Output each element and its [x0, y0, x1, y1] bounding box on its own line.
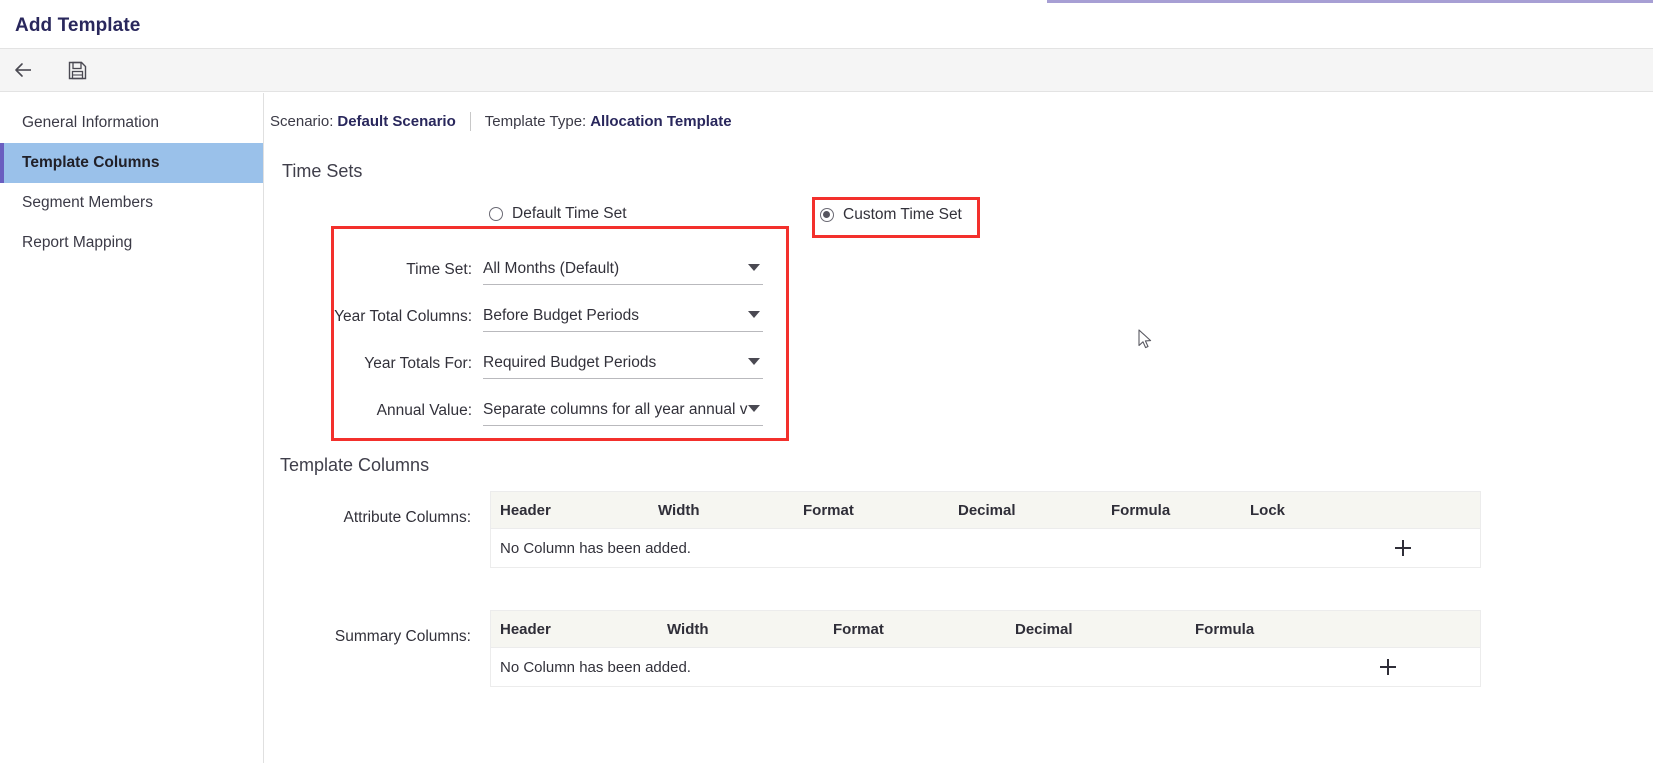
column-header-decimal: Decimal	[958, 501, 1016, 519]
summary-columns-header-row: Header Width Format Decimal Formula	[491, 611, 1480, 648]
time-set-value: All Months (Default)	[483, 259, 620, 277]
radio-selected-icon	[820, 208, 834, 222]
radio-label: Default Time Set	[512, 205, 627, 222]
attribute-columns-empty-row: No Column has been added.	[491, 529, 1480, 567]
plus-icon	[1377, 656, 1399, 678]
summary-columns-table: Header Width Format Decimal Formula No C…	[490, 610, 1481, 687]
scenario-value: Default Scenario	[337, 113, 456, 130]
radio-unselected-icon	[489, 207, 503, 221]
column-header-formula: Formula	[1195, 620, 1255, 638]
column-header-width: Width	[667, 620, 709, 638]
time-set-mode-radio-group: Default Time Set Custom Time Set	[265, 205, 1653, 229]
scenario-label: Scenario:	[270, 113, 334, 130]
column-header-formula: Formula	[1111, 501, 1171, 519]
time-sets-heading: Time Sets	[282, 161, 363, 181]
field-row-time-set: Time Set: All Months (Default)	[265, 238, 805, 285]
radio-custom-time-set[interactable]: Custom Time Set	[820, 206, 962, 224]
plus-icon	[1392, 537, 1414, 559]
year-totals-for-label: Year Totals For:	[364, 355, 472, 372]
column-header-decimal: Decimal	[1015, 620, 1073, 638]
column-header-width: Width	[658, 501, 700, 519]
sidebar-item-segment-members[interactable]: Segment Members	[0, 183, 263, 223]
toolbar	[0, 48, 1653, 92]
breadcrumb-divider	[469, 112, 471, 131]
save-icon	[67, 60, 88, 81]
add-summary-column-button[interactable]	[1375, 654, 1401, 680]
column-header-format: Format	[833, 620, 884, 638]
sidebar-item-label: Segment Members	[22, 194, 153, 211]
template-type-value: Allocation Template	[590, 113, 732, 130]
sidebar-item-label: Template Columns	[22, 154, 160, 171]
column-header-lock: Lock	[1250, 501, 1286, 519]
sidebar: General Information Template Columns Seg…	[0, 93, 264, 763]
year-totals-for-select[interactable]: Required Budget Periods	[483, 349, 763, 379]
annual-value-label: Annual Value:	[376, 402, 472, 419]
breadcrumb: Scenario: Default Scenario Template Type…	[270, 112, 732, 131]
column-header-header: Header	[500, 501, 551, 519]
add-attribute-column-button[interactable]	[1390, 535, 1416, 561]
column-header-header: Header	[500, 620, 551, 638]
sidebar-item-general-information[interactable]: General Information	[0, 103, 263, 143]
radio-label: Custom Time Set	[843, 206, 962, 223]
sidebar-item-template-columns[interactable]: Template Columns	[0, 143, 263, 183]
attribute-columns-table: Header Width Format Decimal Formula Lock…	[490, 491, 1481, 568]
chevron-down-icon	[748, 358, 760, 365]
template-type-label: Template Type:	[484, 113, 587, 130]
year-total-columns-value: Before Budget Periods	[483, 306, 639, 324]
attribute-columns-header-row: Header Width Format Decimal Formula Lock	[491, 492, 1480, 529]
save-button[interactable]	[54, 49, 100, 91]
empty-message: No Column has been added.	[500, 539, 691, 557]
chevron-down-icon	[748, 405, 760, 412]
sidebar-item-report-mapping[interactable]: Report Mapping	[0, 223, 263, 263]
year-totals-for-value: Required Budget Periods	[483, 353, 657, 371]
chevron-down-icon	[748, 311, 760, 318]
radio-default-time-set[interactable]: Default Time Set	[489, 205, 627, 223]
back-button[interactable]	[0, 49, 46, 91]
year-total-columns-label: Year Total Columns:	[334, 308, 472, 325]
summary-columns-label: Summary Columns:	[334, 628, 471, 645]
column-header-format: Format	[803, 501, 854, 519]
time-set-label: Time Set:	[406, 261, 472, 278]
field-row-year-total-columns: Year Total Columns: Before Budget Period…	[265, 285, 805, 332]
main-content: Scenario: Default Scenario Template Type…	[265, 93, 1653, 763]
summary-columns-empty-row: No Column has been added.	[491, 648, 1480, 686]
time-set-fields: Time Set: All Months (Default) Year Tota…	[265, 238, 805, 426]
empty-message: No Column has been added.	[500, 658, 691, 676]
chevron-down-icon	[748, 264, 760, 271]
field-row-annual-value: Annual Value: Separate columns for all y…	[265, 379, 805, 426]
field-row-year-totals-for: Year Totals For: Required Budget Periods	[265, 332, 805, 379]
page-title: Add Template	[15, 14, 141, 36]
time-set-select[interactable]: All Months (Default)	[483, 255, 763, 285]
attribute-columns-label: Attribute Columns:	[343, 509, 472, 526]
title-bar: Add Template	[0, 3, 1653, 48]
year-total-columns-select[interactable]: Before Budget Periods	[483, 302, 763, 332]
annual-value-select[interactable]: Separate columns for all year annual v	[483, 396, 763, 426]
back-arrow-icon	[12, 59, 34, 81]
sidebar-item-label: Report Mapping	[22, 234, 133, 251]
template-columns-heading: Template Columns	[280, 455, 430, 475]
annual-value-value: Separate columns for all year annual v	[483, 400, 748, 418]
sidebar-item-label: General Information	[22, 114, 159, 131]
